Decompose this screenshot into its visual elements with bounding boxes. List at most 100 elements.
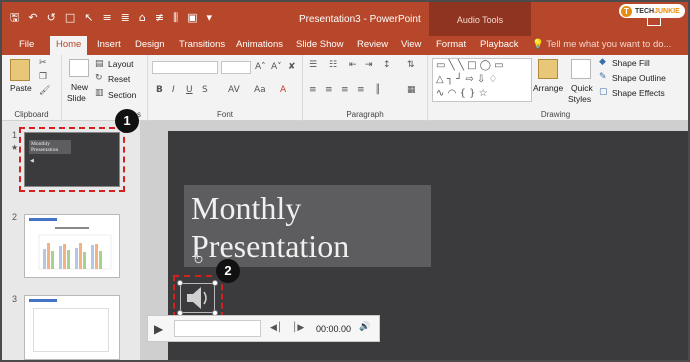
- title-bar: 🖫 ↶ ↺ □ ↖ ≡ ≣ ⌂ ≢ ⫼ ▣ ▾ Presentation3 - …: [2, 2, 688, 36]
- align-center-icon[interactable]: ≣: [121, 12, 130, 24]
- arrange-button[interactable]: Arrange: [533, 83, 563, 93]
- customize-qat-icon[interactable]: ▾: [207, 12, 213, 24]
- font-size-input[interactable]: [221, 61, 251, 74]
- pointer-icon[interactable]: ↖: [84, 12, 93, 24]
- align-left-icon[interactable]: ≡: [102, 12, 111, 24]
- tab-file[interactable]: File: [19, 39, 34, 50]
- center-icon[interactable]: ≡: [325, 85, 333, 95]
- rectangle-shape-icon[interactable]: □: [467, 60, 476, 71]
- layout-button[interactable]: Layout: [108, 59, 134, 69]
- slide-thumbnail-2[interactable]: [24, 214, 120, 278]
- shapes-gallery[interactable]: ▭ ╲ ╲ □ ◯ ▭ △ ┐ ┘ ⇨ ⇩ ♢ ∿ ◠ { } ☆: [432, 58, 532, 102]
- reset-button[interactable]: Reset: [108, 74, 130, 84]
- bold-icon[interactable]: B: [156, 85, 163, 95]
- rotate-handle-icon[interactable]: ↻: [193, 253, 204, 268]
- connector-shape-icon[interactable]: ┐: [447, 74, 453, 85]
- slide-title[interactable]: Monthly Presentation: [191, 189, 349, 265]
- arrow-shape-icon[interactable]: ⇨: [465, 74, 473, 85]
- section-button[interactable]: Section: [108, 90, 136, 100]
- brace-shape-icon[interactable]: }: [469, 88, 475, 99]
- numbering-icon[interactable]: ☷: [329, 60, 337, 70]
- shape-icon[interactable]: ♢: [488, 74, 497, 85]
- arc-shape-icon[interactable]: ◠: [448, 88, 457, 99]
- tab-animations[interactable]: Animations: [236, 39, 283, 50]
- bullets-icon[interactable]: ☰: [309, 60, 317, 70]
- drawing-group: ▭ ╲ ╲ □ ◯ ▭ △ ┐ ┘ ⇨ ⇩ ♢ ∿ ◠ { } ☆ Arrang…: [428, 55, 683, 121]
- tab-insert[interactable]: Insert: [97, 39, 121, 50]
- distribute-icon[interactable]: ⫼: [173, 12, 178, 24]
- tab-view[interactable]: View: [401, 39, 421, 50]
- outdent-icon[interactable]: ⇥: [365, 60, 373, 70]
- text-direction-icon[interactable]: ⇅: [407, 60, 415, 70]
- justify-icon[interactable]: ≡: [357, 85, 365, 95]
- line-shape-icon[interactable]: ╲: [458, 60, 464, 71]
- arrow-shape-icon[interactable]: ⇩: [477, 74, 485, 85]
- shape-outline-button[interactable]: Shape Outline: [612, 73, 666, 83]
- undo-icon[interactable]: ↶: [28, 12, 37, 24]
- decrease-font-icon[interactable]: A˅: [271, 62, 282, 72]
- group-icon[interactable]: ▣: [187, 12, 197, 24]
- clear-formatting-icon[interactable]: ✘: [288, 62, 296, 72]
- tell-me-search[interactable]: 💡 Tell me what you want to do...: [532, 39, 671, 50]
- line-spacing-icon[interactable]: ↕: [383, 60, 391, 70]
- brace-shape-icon[interactable]: {: [460, 88, 466, 99]
- increase-font-icon[interactable]: A˄: [255, 62, 266, 72]
- oval-shape-icon[interactable]: ◯: [480, 60, 491, 71]
- ribbon-tabs: File Home Insert Design Transitions Anim…: [2, 36, 688, 55]
- printer-icon[interactable]: ⌂: [139, 12, 146, 24]
- align-left-icon-2[interactable]: ≡: [309, 85, 317, 95]
- volume-icon[interactable]: 🔊: [359, 322, 370, 332]
- quick-styles-icon[interactable]: [571, 59, 591, 79]
- align-right-icon[interactable]: ≢: [155, 12, 164, 24]
- underline-icon[interactable]: U: [186, 85, 193, 95]
- textbox-shape-icon[interactable]: ▭: [436, 60, 445, 71]
- columns-icon[interactable]: ║: [375, 85, 380, 95]
- font-name-input[interactable]: [152, 61, 218, 74]
- char-spacing-icon[interactable]: AV: [228, 85, 240, 95]
- print-preview-icon[interactable]: □: [65, 12, 75, 24]
- redo-icon[interactable]: ↺: [47, 12, 56, 24]
- star-shape-icon[interactable]: ☆: [479, 88, 488, 99]
- change-case-icon[interactable]: Aa: [254, 85, 266, 95]
- shape-fill-button[interactable]: Shape Fill: [612, 58, 650, 68]
- save-icon[interactable]: 🖫: [10, 12, 19, 24]
- new-slide-label-2[interactable]: Slide: [67, 93, 86, 103]
- ribbon-display-options-icon[interactable]: [647, 16, 661, 26]
- progress-bar[interactable]: [174, 320, 261, 337]
- font-group-label: Font: [216, 110, 233, 119]
- line-shape-icon[interactable]: ╲: [449, 60, 455, 71]
- smartart-icon[interactable]: ▦: [407, 85, 416, 95]
- align-right-icon-2[interactable]: ≡: [341, 85, 349, 95]
- connector-shape-icon[interactable]: ┘: [456, 74, 462, 85]
- tab-slide-show[interactable]: Slide Show: [296, 39, 344, 50]
- new-slide-icon[interactable]: [69, 59, 89, 77]
- curve-shape-icon[interactable]: ∿: [436, 88, 444, 99]
- format-painter-icon[interactable]: 🖌: [39, 86, 50, 96]
- new-slide-label-1[interactable]: New: [71, 82, 88, 92]
- tab-playback[interactable]: Playback: [480, 39, 519, 50]
- quick-styles-label-1[interactable]: Quick: [571, 83, 593, 93]
- arrange-icon[interactable]: [538, 59, 558, 79]
- quick-styles-label-2[interactable]: Styles: [568, 94, 591, 104]
- tab-format[interactable]: Format: [436, 39, 466, 50]
- tab-transitions[interactable]: Transitions: [179, 39, 225, 50]
- paste-button-label[interactable]: Paste: [10, 83, 32, 93]
- indent-icon[interactable]: ⇤: [349, 60, 357, 70]
- italic-icon[interactable]: I: [172, 85, 175, 95]
- tab-home[interactable]: Home: [50, 36, 88, 55]
- skip-forward-icon[interactable]: │▶: [292, 323, 304, 333]
- strikethrough-icon[interactable]: S: [202, 85, 208, 95]
- slide-thumbnail-3[interactable]: [24, 295, 120, 360]
- font-color-icon[interactable]: A: [280, 85, 286, 95]
- copy-icon[interactable]: ❐: [39, 72, 47, 82]
- skip-back-icon[interactable]: ◀│: [270, 323, 282, 333]
- cut-icon[interactable]: ✂: [39, 58, 47, 68]
- paint-bucket-icon: ◆: [599, 57, 606, 67]
- tab-review[interactable]: Review: [357, 39, 388, 50]
- triangle-shape-icon[interactable]: △: [436, 74, 444, 85]
- shape-effects-button[interactable]: Shape Effects: [612, 88, 665, 98]
- play-icon[interactable]: ▶: [154, 322, 163, 336]
- tab-design[interactable]: Design: [135, 39, 165, 50]
- rectangle-shape-icon[interactable]: ▭: [494, 60, 503, 71]
- paste-icon[interactable]: [10, 59, 30, 81]
